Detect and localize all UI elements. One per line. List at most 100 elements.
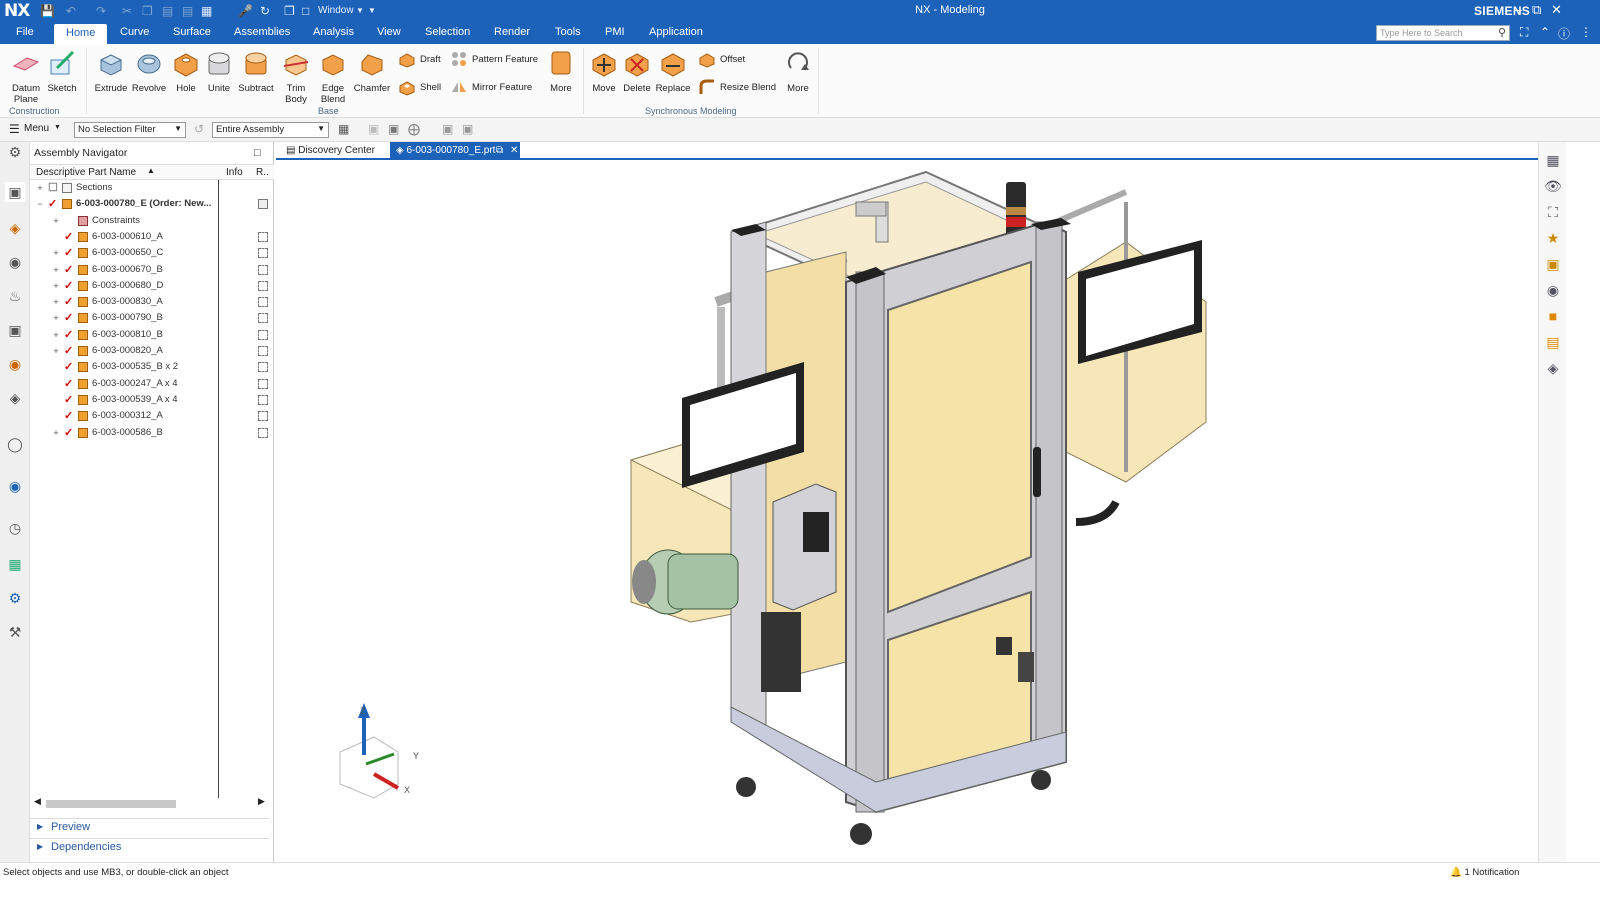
- resize-blend-button[interactable]: Resize Blend: [698, 78, 776, 98]
- column-info[interactable]: Info: [226, 167, 243, 178]
- edge-blend-button[interactable]: Edge Blend: [315, 48, 351, 105]
- column-part-name[interactable]: Descriptive Part Name: [36, 167, 136, 178]
- replace-face-button[interactable]: Replace: [655, 48, 691, 94]
- tree-row[interactable]: ✓ 6-003-000312_A: [30, 408, 274, 424]
- checkmark-icon[interactable]: ✓: [64, 359, 73, 375]
- close-icon[interactable]: ✕: [1551, 2, 1562, 18]
- checkmark-icon[interactable]: ✓: [64, 229, 73, 245]
- pattern-feature-button[interactable]: Pattern Feature: [450, 50, 538, 70]
- horizontal-scrollbar[interactable]: ◀ ▶: [34, 796, 268, 810]
- checkbox-icon[interactable]: ☐: [48, 180, 58, 196]
- selection-scope-select[interactable]: Entire Assembly ▼: [212, 122, 329, 138]
- view-layers-icon[interactable]: ▦: [1543, 150, 1563, 170]
- tree-row[interactable]: + ✓ 6-003-000586_B: [30, 425, 274, 441]
- reference-set-icon[interactable]: [258, 280, 268, 291]
- subtract-button[interactable]: Subtract: [237, 48, 275, 94]
- move-face-button[interactable]: Move: [588, 48, 620, 94]
- full-screen-icon[interactable]: ⛶: [1520, 25, 1528, 40]
- reference-set-icon[interactable]: [258, 264, 268, 275]
- tree-row[interactable]: ✓ 6-003-000539_A x 4: [30, 392, 274, 408]
- history-icon[interactable]: ◯: [5, 434, 25, 454]
- tab-file[interactable]: File: [16, 26, 34, 38]
- unite-button[interactable]: Unite: [203, 48, 235, 94]
- tab-discovery-center[interactable]: ▤ Discovery Center: [280, 142, 381, 160]
- shell-button[interactable]: Shell: [398, 78, 441, 98]
- help-icon[interactable]: ⓘ: [1558, 25, 1570, 42]
- expand-icon[interactable]: +: [52, 213, 60, 229]
- part-navigator-icon[interactable]: ◈: [5, 218, 25, 238]
- roles-icon[interactable]: ▦: [5, 554, 25, 574]
- reference-set-icon[interactable]: [258, 248, 268, 259]
- checkmark-icon[interactable]: ✓: [64, 278, 73, 294]
- tree-row[interactable]: − ✓ 6-003-000780_E (Order: New...: [30, 196, 274, 212]
- reference-set-icon[interactable]: [258, 329, 268, 340]
- reference-set-icon[interactable]: [258, 394, 268, 405]
- render-style-icon[interactable]: ★: [1543, 228, 1563, 248]
- tree-row[interactable]: + Constraints: [30, 213, 274, 229]
- tree-row[interactable]: + ✓ 6-003-000820_A: [30, 343, 274, 359]
- scroll-right-icon[interactable]: ▶: [258, 796, 265, 807]
- search-icon[interactable]: ⚲: [1498, 26, 1506, 39]
- selection-filter-select[interactable]: No Selection Filter ▼: [74, 122, 186, 138]
- clock-icon[interactable]: ◷: [5, 518, 25, 538]
- assembly-model-render[interactable]: Z Y X: [276, 162, 1538, 862]
- expand-icon[interactable]: +: [52, 425, 60, 441]
- snap-point-icon[interactable]: ⨁: [408, 122, 420, 136]
- tree-row[interactable]: ✓ 6-003-000247_A x 4: [30, 376, 274, 392]
- checkmark-icon[interactable]: ✓: [64, 376, 73, 392]
- checkmark-icon[interactable]: ✓: [64, 425, 73, 441]
- collapse-ribbon-icon[interactable]: ⌃: [1540, 25, 1550, 39]
- settings-icon[interactable]: ⚙: [5, 142, 25, 162]
- maximize-panel-icon[interactable]: □: [254, 147, 261, 159]
- show-hide-icon[interactable]: 👁: [1543, 176, 1563, 196]
- expand-icon[interactable]: +: [52, 327, 60, 343]
- reference-set-icon[interactable]: [258, 297, 268, 308]
- command-search-input[interactable]: Type Here to Search ⚲: [1376, 25, 1510, 41]
- tab-home[interactable]: Home: [54, 24, 108, 44]
- system-materials-icon[interactable]: ⚙: [5, 588, 25, 608]
- reuse-library-icon[interactable]: ▣: [5, 320, 25, 340]
- reference-set-icon[interactable]: [258, 346, 268, 356]
- menu-button[interactable]: Menu: [24, 123, 49, 134]
- checkmark-icon[interactable]: ✓: [64, 408, 73, 424]
- menu-hamburger-icon[interactable]: ☰: [9, 122, 20, 136]
- notifications-button[interactable]: 🔔 1 Notification: [1450, 867, 1519, 878]
- info-icon[interactable]: ■: [1543, 306, 1563, 326]
- expand-icon[interactable]: +: [52, 343, 60, 359]
- minimize-icon[interactable]: –: [1515, 2, 1522, 17]
- checkmark-icon[interactable]: ✓: [64, 343, 73, 359]
- expand-icon[interactable]: +: [36, 180, 44, 196]
- more-options-icon[interactable]: ⋮: [1580, 25, 1592, 39]
- reference-set-icon[interactable]: [258, 378, 268, 389]
- more-sync-button[interactable]: More: [782, 48, 814, 94]
- checkmark-icon[interactable]: ✓: [64, 310, 73, 326]
- expand-icon[interactable]: +: [52, 262, 60, 278]
- chamfer-button[interactable]: Chamfer: [353, 48, 391, 94]
- delete-face-button[interactable]: Delete: [621, 48, 653, 94]
- sort-ascending-icon[interactable]: ▲: [147, 166, 155, 175]
- type-filter-icon[interactable]: ▦: [338, 122, 349, 136]
- trim-body-button[interactable]: Trim Body: [278, 48, 314, 105]
- tab-tools[interactable]: Tools: [555, 26, 581, 38]
- material-icon[interactable]: ◉: [1543, 280, 1563, 300]
- offset-face-button[interactable]: Offset: [698, 50, 745, 70]
- checkmark-icon[interactable]: ✓: [64, 392, 73, 408]
- tree-row[interactable]: + ✓ 6-003-000790_B: [30, 310, 274, 326]
- tab-analysis[interactable]: Analysis: [313, 26, 354, 38]
- hd3d-tools-icon[interactable]: ◉: [5, 354, 25, 374]
- revolve-button[interactable]: Revolve: [131, 48, 167, 94]
- analysis-icon[interactable]: ◈: [1543, 358, 1563, 378]
- assembly-navigator-icon[interactable]: ▣: [5, 182, 25, 202]
- draft-button[interactable]: Draft: [398, 50, 441, 70]
- tree-row[interactable]: + ✓ 6-003-000670_B: [30, 262, 274, 278]
- tab-pmi[interactable]: PMI: [605, 26, 625, 38]
- view-triad[interactable]: Z Y X: [339, 703, 419, 799]
- tab-surface[interactable]: Surface: [173, 26, 211, 38]
- tab-part-file[interactable]: ◈ 6-003-000780_E.prt ⧉ ✕: [390, 142, 520, 160]
- tab-application[interactable]: Application: [649, 26, 703, 38]
- graphics-viewport[interactable]: Z Y X: [276, 162, 1538, 862]
- datum-plane-button[interactable]: Datum Plane: [8, 48, 44, 105]
- tab-curve[interactable]: Curve: [120, 26, 149, 38]
- checkmark-icon[interactable]: ✓: [64, 327, 73, 343]
- pop-out-icon[interactable]: ⧉: [496, 142, 503, 160]
